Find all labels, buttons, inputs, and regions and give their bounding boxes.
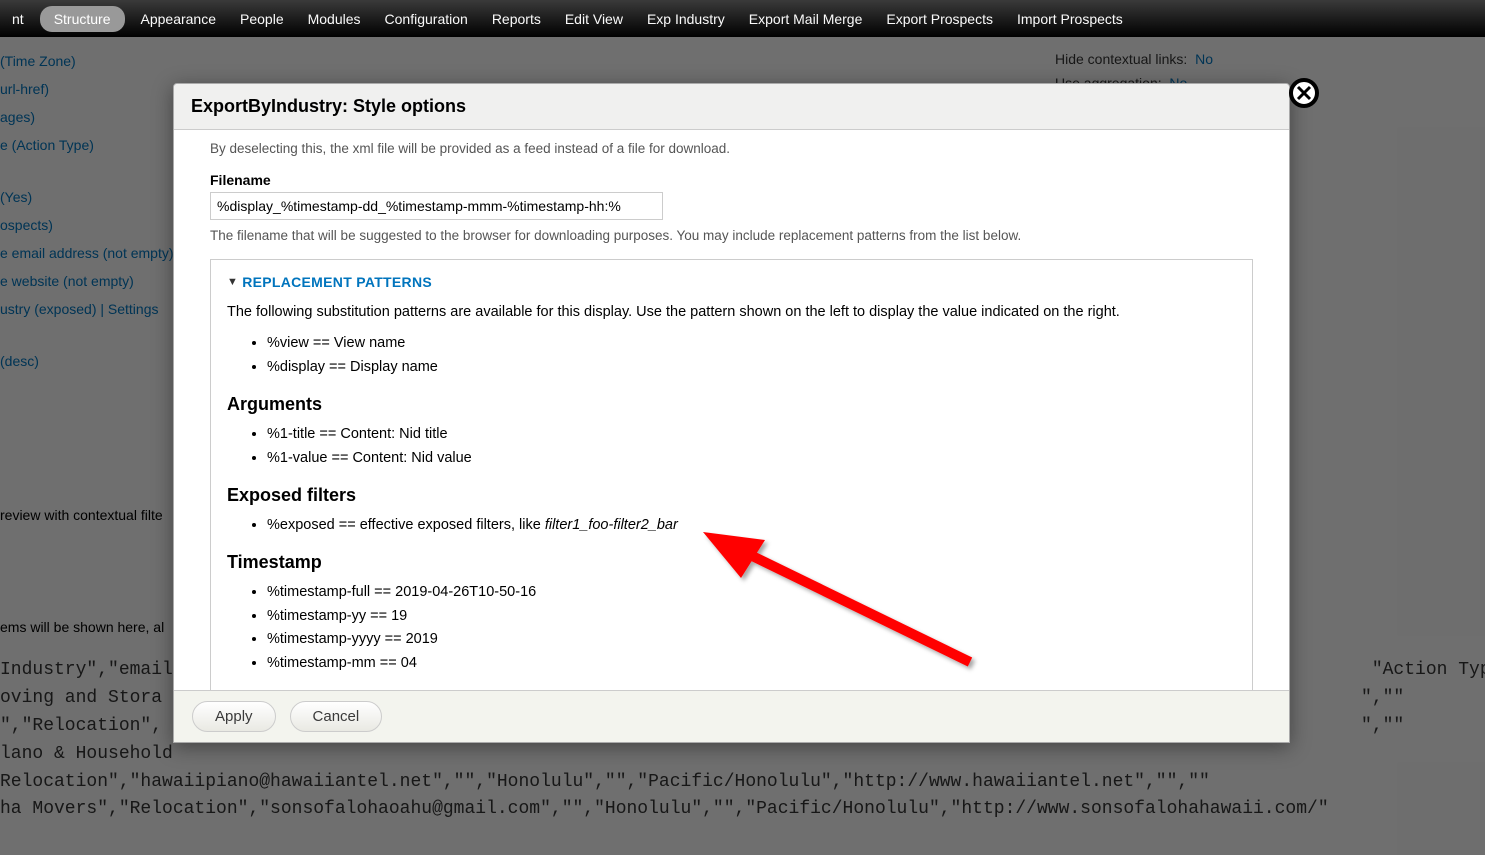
deselect-description: By deselecting this, the xml file will b… [210, 141, 1253, 156]
admin-menu-bar: nt Structure Appearance People Modules C… [0, 0, 1485, 37]
triangle-down-icon: ▼ [227, 276, 238, 288]
pattern-item-exposed: %exposed == effective exposed filters, l… [267, 514, 1236, 538]
modal-body[interactable]: By deselecting this, the xml file will b… [174, 129, 1289, 690]
menu-item-configuration[interactable]: Configuration [373, 5, 480, 33]
close-icon [1296, 85, 1312, 101]
modal-close-button[interactable] [1289, 78, 1319, 108]
timestamp-header: Timestamp [227, 552, 1236, 573]
filename-input[interactable] [210, 192, 663, 220]
replacement-patterns-fieldset: ▼ REPLACEMENT PATTERNS The following sub… [210, 259, 1253, 690]
menu-item-content-partial[interactable]: nt [0, 5, 36, 33]
menu-item-people[interactable]: People [228, 5, 296, 33]
modal-header: ExportByIndustry: Style options [174, 84, 1289, 130]
pattern-item: %display == Display name [267, 356, 1236, 380]
patterns-description: The following substitution patterns are … [227, 304, 1236, 320]
menu-item-export-mail-merge[interactable]: Export Mail Merge [737, 5, 875, 33]
menu-item-appearance[interactable]: Appearance [129, 5, 229, 33]
pattern-item: %timestamp-mm == 04 [267, 652, 1236, 676]
pattern-item: %timestamp-yy == 19 [267, 605, 1236, 629]
patterns-timestamp-list: %timestamp-full == 2019-04-26T10-50-16 %… [227, 581, 1236, 677]
pattern-item: %1-title == Content: Nid title [267, 423, 1236, 447]
modal-footer: Apply Cancel [174, 690, 1289, 742]
patterns-arguments-list: %1-title == Content: Nid title %1-value … [227, 423, 1236, 471]
pattern-item: %timestamp-yyyy == 2019 [267, 628, 1236, 652]
replacement-patterns-toggle[interactable]: ▼ REPLACEMENT PATTERNS [227, 274, 1236, 290]
patterns-general-list: %view == View name %display == Display n… [227, 332, 1236, 380]
style-options-modal: ExportByIndustry: Style options By desel… [173, 83, 1290, 743]
modal-title: ExportByIndustry: Style options [191, 96, 1272, 117]
menu-item-structure[interactable]: Structure [40, 6, 125, 32]
cancel-button[interactable]: Cancel [290, 701, 383, 732]
menu-item-export-prospects[interactable]: Export Prospects [874, 5, 1005, 33]
menu-item-exp-industry[interactable]: Exp Industry [635, 5, 737, 33]
pattern-item: %view == View name [267, 332, 1236, 356]
menu-item-edit-view[interactable]: Edit View [553, 5, 635, 33]
filename-label: Filename [210, 172, 1253, 188]
menu-item-reports[interactable]: Reports [480, 5, 553, 33]
exposed-example: filter1_foo-filter2_bar [545, 517, 678, 533]
pattern-item: %timestamp-full == 2019-04-26T10-50-16 [267, 581, 1236, 605]
patterns-exposed-list: %exposed == effective exposed filters, l… [227, 514, 1236, 538]
arguments-header: Arguments [227, 394, 1236, 415]
filename-help: The filename that will be suggested to t… [210, 228, 1253, 243]
replacement-patterns-header: REPLACEMENT PATTERNS [242, 274, 432, 290]
apply-button[interactable]: Apply [192, 701, 276, 732]
pattern-item: %1-value == Content: Nid value [267, 447, 1236, 471]
exposed-filters-header: Exposed filters [227, 485, 1236, 506]
menu-item-import-prospects[interactable]: Import Prospects [1005, 5, 1135, 33]
exposed-prefix: %exposed == effective exposed filters, l… [267, 517, 545, 533]
menu-item-modules[interactable]: Modules [296, 5, 373, 33]
